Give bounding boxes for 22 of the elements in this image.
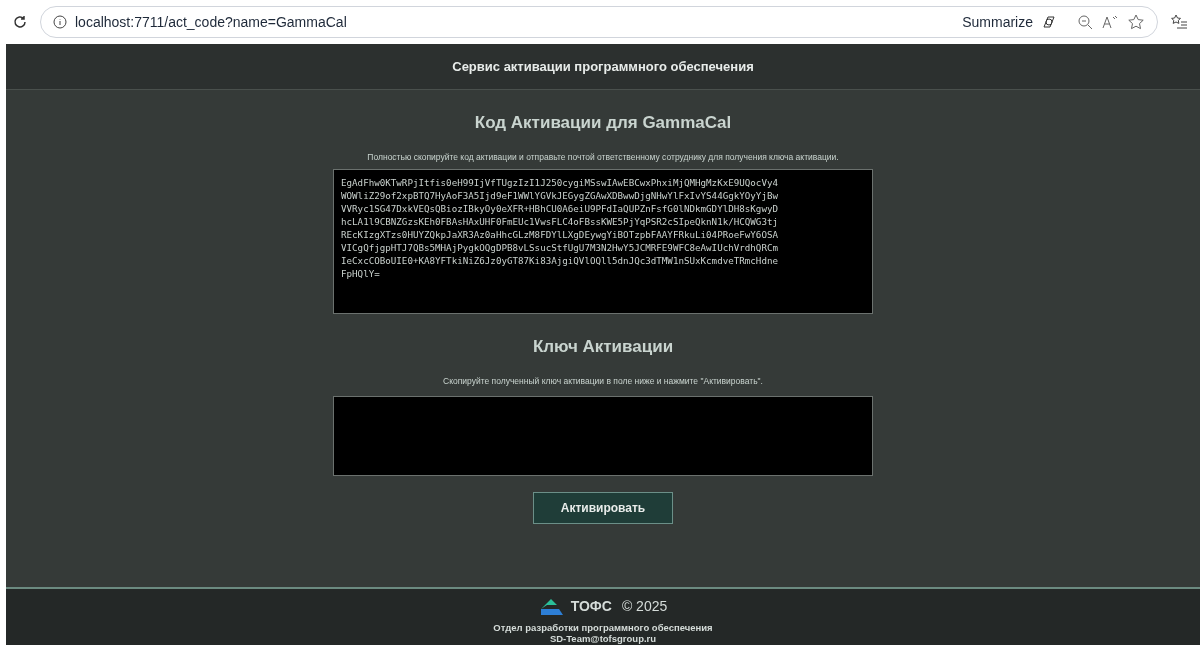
section-title: Ключ Активации: [532, 336, 674, 359]
header-title: Сервис активации программного обеспечения: [452, 57, 754, 76]
read-aloud-icon[interactable]: [1101, 14, 1119, 30]
zoom-out-icon[interactable]: [1077, 14, 1093, 30]
section-title: Код Активации для GammaCal: [474, 112, 732, 134]
logo-icon: [538, 596, 565, 617]
reload-icon[interactable]: [12, 14, 28, 30]
summarize-button[interactable]: Summarize: [962, 11, 1033, 33]
info-icon[interactable]: [53, 15, 67, 29]
instruction-text: Скопируйте полученный ключ активации в поле ниже и нажмите "Активировать".: [443, 374, 763, 388]
brand-name: ТОФС: [570, 597, 612, 616]
url-text: localhost:7711/act_code?name=GammaCal: [75, 12, 348, 32]
activation-key-field[interactable]: [333, 395, 873, 476]
department-text: Отдел разработки программного обеспечения: [493, 622, 713, 633]
instruction-text: Полностью скопируйте код активации и отправьте почтой ответственному сотруднику для получения ключа активации.: [367, 150, 839, 164]
star-icon[interactable]: [1127, 13, 1145, 31]
activation-code-field[interactable]: EgAdFhw0KTwRPjItfis0eH99IjVfTUgzIzI1J250cygiMSswIAwEBCwxPhxiMjQMHgMzKxE9UQocVy4 WOWliZ29of2xpBTQ7HyAoF3A5Ijd9eF1WWlYGVkJEGygZGAwXDBwwDjgNHwYlFxIvYS44GgkYOyYjBw VVRyc1SG47DxkVEQsQBiozIBkyOy0eXFR+HBhCU0A6eiU9PFdIaQUPZnFsfG0lNDkmGDYlDH8sKgwyD hcLA1l9CBNZGzsKEh0FBAsHAxUHF0FmEUc1VwsFLC4oFBssKWE5PjYqPSR2cSIpeQknN1k/HCQWG3tj REcKIzgXTzs0HUYZQkpJaXR3Az0aHhcGLzM8FDYlLXgDEywgYiBOTzpbFAAYFRkuLi04PRoeFwY6OSA VICgQfjgpHTJ7QBs5MHAjPygkOQgDPB8vLSsucStfUgU7M3N2HwY5JCMRFE9WFC8eAwIUchVrdhQRCm IeCxcCOBoUIE0+KA8YFTkiNiZ6Jz0yGT87Ki83AjgiQVlOQll5dnJQc3dTMW1nSUxKcmdveTRmcHdne FpHQlY=: [333, 169, 873, 315]
email-text: SD-Team@tofsgroup.ru: [549, 633, 657, 644]
favorites-icon[interactable]: [1170, 13, 1188, 31]
activate-button[interactable]: Активировать: [533, 491, 673, 524]
address-bar[interactable]: localhost:7711/act_code?name=GammaCal Summarize: [40, 6, 1158, 38]
copyright-text: © 2025: [621, 597, 668, 616]
